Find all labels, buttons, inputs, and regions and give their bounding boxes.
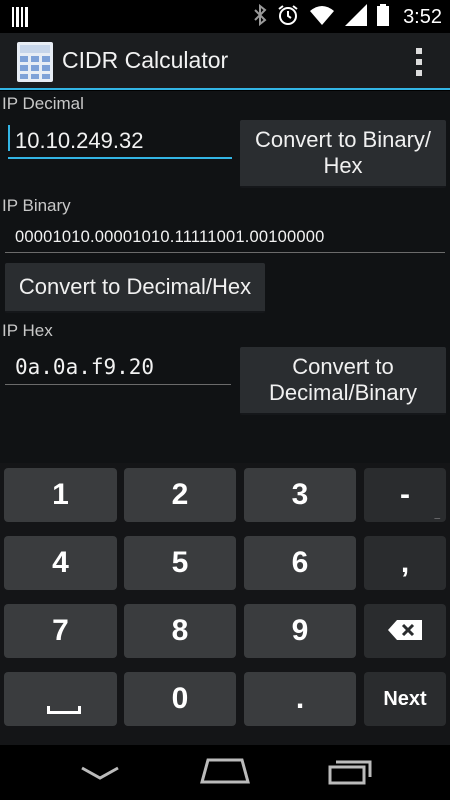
ip-decimal-value: 10.10.249.32 (15, 128, 144, 153)
key-backspace[interactable] (364, 604, 446, 658)
alarm-icon (277, 4, 299, 31)
numeric-keyboard: 1 2 3 - _ 4 5 6 , 7 8 9 0 . Next (0, 463, 450, 745)
key-9[interactable]: 9 (244, 604, 356, 658)
key-3[interactable]: 3 (244, 468, 356, 522)
barcode-icon (12, 7, 30, 32)
convert-to-binary-hex-button[interactable]: Convert to Binary/ Hex (240, 120, 446, 188)
battery-icon (377, 3, 390, 31)
key-0[interactable]: 0 (124, 672, 236, 726)
ip-decimal-input[interactable]: 10.10.249.32 (8, 121, 232, 159)
key-next[interactable]: Next (364, 672, 446, 726)
key-dash-label: - (400, 478, 410, 511)
key-8[interactable]: 8 (124, 604, 236, 658)
key-2[interactable]: 2 (124, 468, 236, 522)
ip-binary-value: 00001010.00001010.11111001.00100000 (15, 228, 325, 246)
action-bar: CIDR Calculator (0, 33, 450, 90)
convert-to-decimal-hex-button[interactable]: Convert to Decimal/Hex (5, 263, 265, 313)
text-cursor (8, 125, 10, 151)
calculator-icon (17, 42, 53, 82)
status-bar: 3:52 (0, 0, 450, 33)
key-1[interactable]: 1 (4, 468, 117, 522)
key-6[interactable]: 6 (244, 536, 356, 590)
app-title: CIDR Calculator (62, 47, 229, 73)
bluetooth-icon (253, 3, 267, 31)
ip-decimal-label: IP Decimal (2, 94, 84, 113)
ip-hex-value: 0a.0a.f9.20 (15, 355, 155, 379)
backspace-icon (388, 614, 422, 648)
signal-icon (345, 3, 368, 31)
key-space[interactable] (4, 672, 117, 726)
navigation-bar (0, 745, 450, 800)
convert-to-decimal-binary-line2: Decimal/Binary (269, 380, 417, 405)
status-time: 3:52 (403, 5, 442, 28)
main-content: IP Decimal 10.10.249.32 Convert to Binar… (0, 91, 450, 463)
key-dash[interactable]: - _ (364, 468, 446, 522)
convert-to-decimal-binary-line1: Convert to (292, 354, 394, 379)
space-icon (47, 706, 81, 714)
key-dash-sub: _ (434, 509, 440, 520)
overflow-menu-icon[interactable] (416, 48, 422, 76)
key-5[interactable]: 5 (124, 536, 236, 590)
convert-to-binary-hex-line1: Convert to Binary/ (254, 127, 432, 152)
key-7[interactable]: 7 (4, 604, 117, 658)
key-comma[interactable]: , (364, 536, 446, 590)
ip-hex-label: IP Hex (2, 321, 53, 340)
convert-to-decimal-binary-button[interactable]: Convert to Decimal/Binary (240, 347, 446, 415)
key-4[interactable]: 4 (4, 536, 117, 590)
ip-binary-input[interactable]: 00001010.00001010.11111001.00100000 (5, 219, 445, 253)
ip-hex-input[interactable]: 0a.0a.f9.20 (5, 347, 231, 385)
ip-binary-label: IP Binary (2, 196, 71, 215)
convert-to-binary-hex-line2: Hex (323, 153, 363, 178)
wifi-icon (309, 4, 335, 31)
key-dot[interactable]: . (244, 672, 356, 726)
